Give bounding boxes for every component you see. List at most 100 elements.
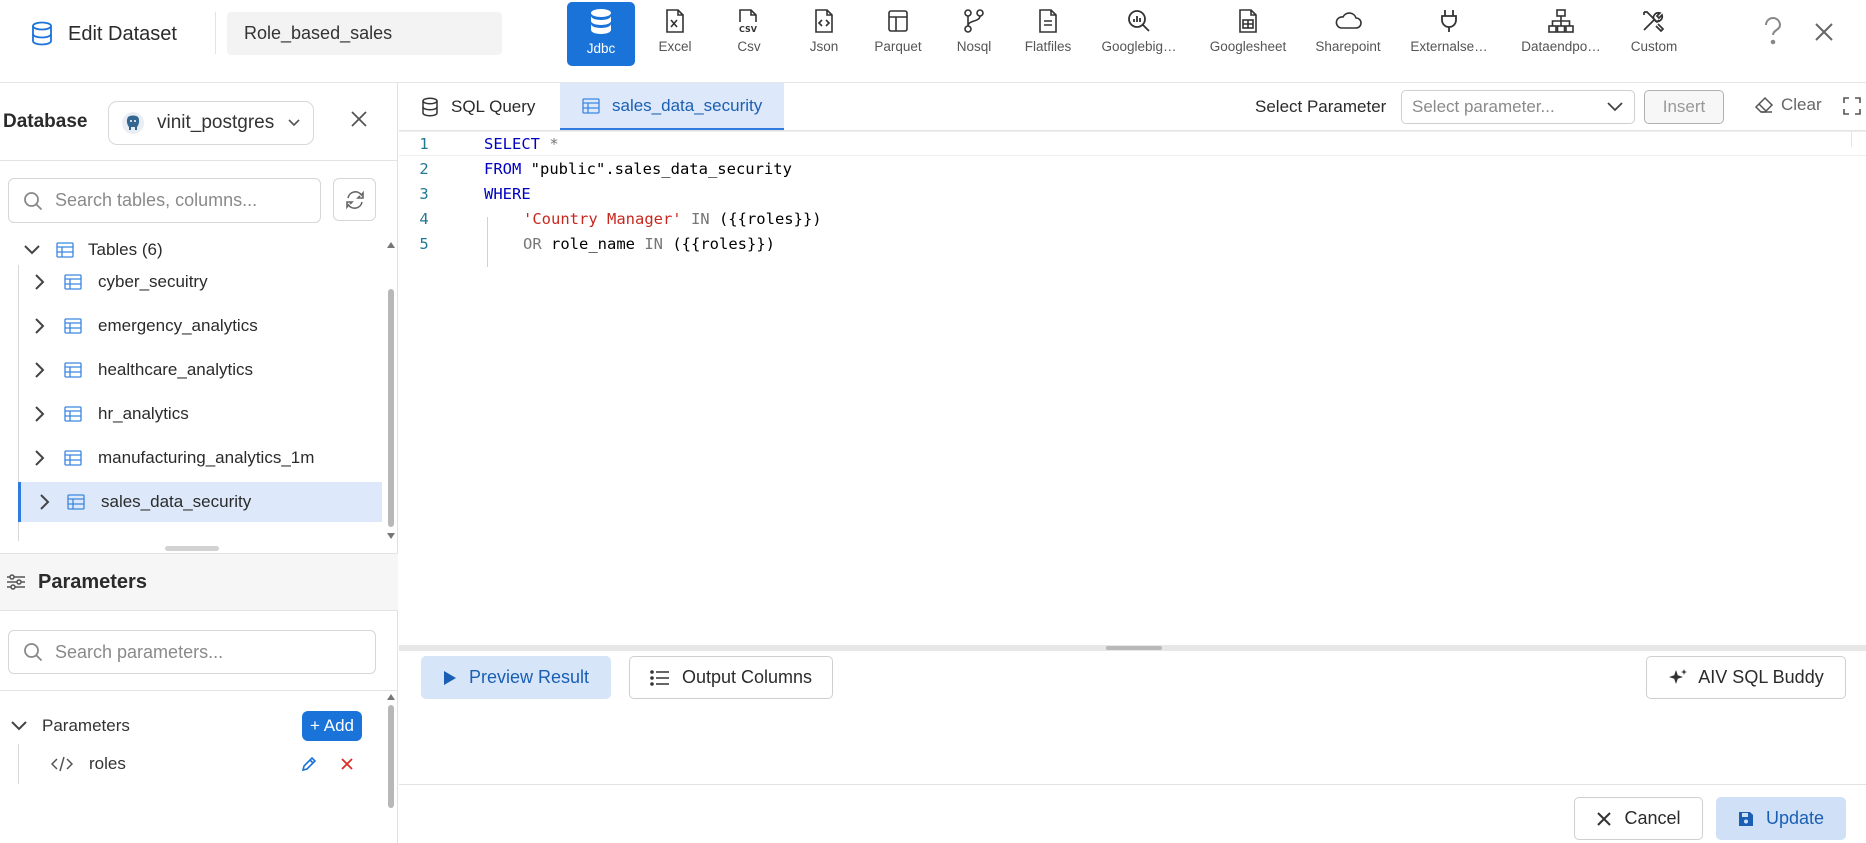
database-icon: [30, 21, 54, 47]
sparkle-icon: [1668, 668, 1688, 688]
divider: [0, 690, 398, 691]
database-value: vinit_postgres: [157, 112, 275, 133]
table-search-box[interactable]: [8, 178, 321, 223]
clear-label: Clear: [1781, 95, 1822, 114]
table-icon: [64, 318, 82, 334]
table-icon: [56, 242, 74, 258]
connector-jdbc[interactable]: Jdbc: [567, 2, 635, 66]
clear-button[interactable]: Clear: [1754, 95, 1822, 115]
scroll-down-icon: [386, 532, 396, 540]
chevron-right-icon: [30, 361, 50, 379]
dataset-name-input[interactable]: [227, 12, 502, 55]
table-row-selected[interactable]: sales_data_security: [18, 482, 382, 522]
connector-googlebigquery[interactable]: Googlebig…: [1098, 2, 1180, 66]
tab-sales-data-security[interactable]: sales_data_security: [560, 83, 785, 130]
connector-csv[interactable]: CSV Csv: [730, 2, 768, 66]
connector-flatfiles[interactable]: Flatfiles: [1021, 2, 1075, 66]
preview-result-button[interactable]: Preview Result: [421, 656, 611, 699]
delete-parameter-button[interactable]: [340, 757, 354, 771]
left-panel: Database vinit_postgres Tables (6) cyber…: [0, 83, 398, 843]
table-row[interactable]: emergency_analytics: [30, 306, 380, 346]
expand-icon: [1843, 97, 1861, 115]
parameters-scroll-thumb[interactable]: [388, 705, 394, 808]
update-label: Update: [1765, 808, 1825, 828]
line-number: 4: [419, 209, 429, 228]
excel-file-icon: [664, 8, 686, 34]
parameter-search-box[interactable]: [8, 630, 376, 674]
table-row[interactable]: healthcare_analytics: [30, 350, 380, 390]
connector-parquet[interactable]: Parquet: [871, 2, 925, 66]
table-name: cyber_secuitry: [98, 272, 208, 291]
tables-group[interactable]: Tables (6): [0, 235, 380, 265]
save-icon: [1738, 811, 1754, 827]
close-dialog-button[interactable]: [1814, 22, 1834, 42]
json-file-icon: [813, 8, 835, 34]
parameters-title: Parameters: [38, 570, 147, 593]
database-label: Database: [3, 111, 88, 132]
parameters-scrollbar[interactable]: [386, 693, 396, 818]
cancel-button[interactable]: Cancel: [1574, 797, 1703, 840]
parameter-item[interactable]: roles: [18, 744, 380, 784]
close-icon: [1596, 811, 1612, 827]
sql-buddy-button[interactable]: AIV SQL Buddy: [1646, 656, 1846, 699]
preview-label: Preview Result: [468, 667, 590, 687]
select-parameter-dropdown[interactable]: Select parameter...: [1401, 90, 1635, 124]
update-button[interactable]: Update: [1716, 797, 1846, 840]
app-title: Edit Dataset: [30, 18, 177, 50]
search-icon: [23, 191, 43, 211]
connector-googlesheet[interactable]: Googlesheet: [1209, 2, 1287, 66]
table-row[interactable]: cyber_secuitry: [30, 262, 380, 302]
tree-scroll-thumb[interactable]: [388, 289, 394, 527]
parameters-header: Parameters: [0, 553, 398, 611]
table-search-input[interactable]: [55, 190, 295, 211]
close-icon: [350, 110, 368, 128]
nosql-icon: [962, 8, 986, 34]
sliders-icon: [6, 572, 26, 592]
editor-scrollbar[interactable]: [1851, 131, 1866, 147]
close-database-button[interactable]: [350, 110, 368, 128]
panel-resize-handle[interactable]: [165, 546, 219, 551]
divider: [0, 160, 398, 161]
pencil-icon: [300, 755, 318, 773]
add-parameter-button[interactable]: + Add: [302, 711, 362, 741]
connector-dataendpoint[interactable]: Dataendpo…: [1518, 2, 1604, 66]
tab-label: SQL Query: [451, 96, 536, 116]
refresh-button[interactable]: [333, 178, 376, 221]
help-button[interactable]: [1762, 16, 1784, 48]
fullscreen-button[interactable]: [1843, 97, 1861, 115]
editor-resize-handle[interactable]: [399, 645, 1866, 651]
output-columns-button[interactable]: Output Columns: [629, 656, 833, 699]
table-row[interactable]: hr_analytics: [30, 394, 380, 434]
connector-excel[interactable]: Excel: [652, 2, 698, 66]
code-line: 3 WHERE: [399, 181, 1866, 206]
connector-sharepoint[interactable]: Sharepoint: [1313, 2, 1383, 66]
sql-editor[interactable]: 1 SELECT * 2 FROM "public".sales_data_se…: [399, 131, 1866, 645]
table-icon: [64, 406, 82, 422]
plug-icon: [1437, 8, 1461, 34]
connector-custom[interactable]: Custom: [1629, 2, 1679, 66]
connector-externalservice[interactable]: Externalse…: [1408, 2, 1490, 66]
chevron-down-icon: [1606, 101, 1624, 113]
edit-parameter-button[interactable]: [300, 755, 318, 773]
table-name: manufacturing_analytics_1m: [98, 448, 315, 467]
table-icon: [64, 362, 82, 378]
chevron-right-icon: [30, 449, 50, 467]
select-parameter-placeholder: Select parameter...: [1412, 97, 1555, 116]
connector-nosql[interactable]: Nosql: [952, 2, 996, 66]
resize-thumb[interactable]: [1106, 646, 1162, 650]
parameter-search-input[interactable]: [55, 641, 355, 663]
parameter-name: roles: [89, 754, 126, 773]
database-icon: [588, 8, 614, 36]
tab-sql-query[interactable]: SQL Query: [399, 83, 557, 130]
database-select[interactable]: vinit_postgres: [108, 101, 314, 145]
insert-button[interactable]: Insert: [1644, 90, 1724, 124]
tree-scrollbar[interactable]: [386, 241, 396, 541]
connector-json[interactable]: Json: [804, 2, 844, 66]
tools-icon: [1640, 8, 1668, 34]
table-icon: [67, 494, 85, 510]
tab-bar: SQL Query sales_data_security Select Par…: [399, 83, 1866, 131]
parquet-icon: [886, 8, 910, 34]
code-line: 4 'Country Manager' IN ({{roles}}): [399, 206, 1866, 231]
table-row[interactable]: manufacturing_analytics_1m: [30, 438, 380, 478]
chevron-down-icon: [10, 720, 28, 732]
